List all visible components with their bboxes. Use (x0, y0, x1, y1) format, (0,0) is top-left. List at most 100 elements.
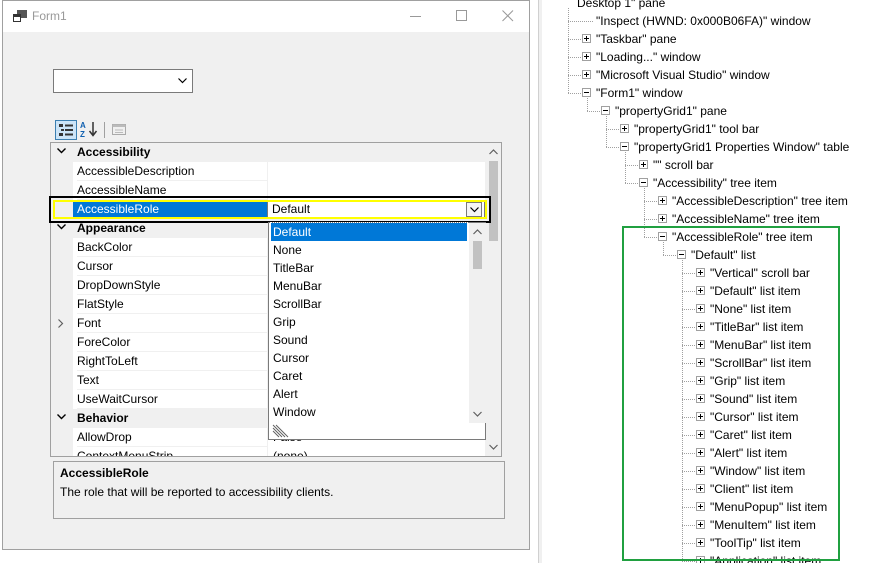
toolbar-separator (104, 122, 105, 138)
tree-node-label: "AccessibleDescription" tree item (672, 194, 848, 208)
property-name: DropDownStyle (77, 278, 161, 292)
tree-connector (644, 201, 657, 202)
maximize-icon (456, 10, 467, 21)
dropdown-item[interactable]: ScrollBar (271, 295, 467, 313)
tree-node-label: "Accessibility" tree item (653, 176, 777, 190)
resize-grip-icon[interactable] (271, 423, 291, 439)
property-name: Cursor (77, 259, 114, 273)
dropdown-item[interactable]: Default (270, 222, 468, 242)
focus-highlight-inner (53, 200, 487, 219)
tree-node-label: "Inspect (HWND: 0x000B06FA)" window (596, 14, 811, 28)
row-gutter (51, 257, 73, 276)
tree-connector (625, 165, 638, 166)
tree-connector (568, 57, 581, 58)
property-name: UseWaitCursor (77, 392, 158, 406)
dropdown-item[interactable]: Alert (271, 385, 467, 403)
collapse-icon[interactable] (639, 178, 648, 187)
property-name: AccessibleDescription (77, 164, 195, 178)
tree-connector (568, 39, 581, 40)
tree-connector (568, 21, 593, 22)
window-title: Form1 (32, 9, 67, 23)
dropdown-item[interactable]: Window (271, 403, 467, 421)
property-grid-toolbar: A Z (53, 118, 153, 142)
tree-connector (682, 561, 695, 562)
scroll-down-icon (489, 444, 498, 450)
row-gutter (51, 333, 73, 352)
row-gutter (51, 162, 73, 181)
row-gutter (51, 352, 73, 371)
dropdown-item[interactable]: MenuBar (271, 277, 467, 295)
expand-icon[interactable] (620, 124, 629, 133)
tree-connector (606, 147, 619, 148)
collapse-icon[interactable] (620, 142, 629, 151)
column-divider (267, 162, 268, 181)
close-button[interactable] (485, 1, 531, 32)
grid-vertical-scrollbar[interactable] (485, 143, 501, 456)
tree-node-label: "propertyGrid1 Properties Window" table (634, 140, 850, 154)
expand-icon[interactable] (582, 70, 591, 79)
category-label: Behavior (77, 411, 129, 425)
title-bar[interactable]: Form1 (3, 1, 529, 32)
row-gutter (51, 276, 73, 295)
chevron-down-icon[interactable] (57, 148, 66, 154)
collapse-icon[interactable] (601, 106, 610, 115)
expand-icon[interactable] (658, 196, 667, 205)
tree-guide (568, 8, 569, 93)
row-gutter (51, 447, 73, 456)
categorized-icon (59, 124, 73, 136)
property-pages-icon (112, 124, 126, 135)
row-gutter (51, 428, 73, 447)
property-name: AllowDrop (77, 430, 132, 444)
help-title: AccessibleRole (60, 466, 149, 480)
tree-node-label: "Form1" window (596, 86, 683, 100)
tree-node-label: "Taskbar" pane (596, 32, 677, 46)
alphabetical-button[interactable]: A Z (79, 120, 101, 140)
scroll-down-icon (473, 411, 482, 417)
dropdown-item[interactable]: None (271, 241, 467, 259)
expand-icon[interactable] (639, 160, 648, 169)
combo-box[interactable] (53, 69, 193, 93)
pane-splitter[interactable] (538, 0, 542, 563)
help-description: The role that will be reported to access… (60, 485, 334, 499)
property-name: RightToLeft (77, 354, 138, 368)
property-name: ForeColor (77, 335, 131, 349)
tree-guide (606, 116, 607, 147)
help-pane: AccessibleRole The role that will be rep… (53, 461, 505, 519)
scroll-up-icon (489, 149, 498, 155)
expand-icon[interactable] (658, 214, 667, 223)
maximize-button[interactable] (439, 1, 485, 32)
category-row-accessibility[interactable]: Accessibility (51, 143, 485, 162)
tree-highlight-box (622, 226, 840, 561)
dropdown-item[interactable]: Cursor (271, 349, 467, 367)
row-gutter (51, 371, 73, 390)
dropdown-item[interactable]: Grip (271, 313, 467, 331)
property-row[interactable]: ContextMenuStrip (none) (51, 447, 485, 456)
property-row[interactable]: AccessibleDescription (51, 162, 485, 181)
property-value[interactable]: (none) (273, 449, 308, 456)
collapse-icon[interactable] (582, 88, 591, 97)
svg-text:A: A (80, 121, 86, 130)
dropdown-item[interactable]: Caret (271, 367, 467, 385)
category-label: Accessibility (77, 145, 151, 159)
row-gutter (51, 238, 73, 257)
dropdown-vertical-scrollbar[interactable] (469, 223, 486, 423)
dropdown-item[interactable]: TitleBar (271, 259, 467, 277)
accessible-role-dropdown-list[interactable]: Default None TitleBar MenuBar ScrollBar Grip S… (268, 222, 486, 440)
alphabetical-sort-icon: A Z (80, 121, 98, 139)
property-pages-button[interactable] (109, 120, 131, 140)
expand-icon[interactable] (582, 34, 591, 43)
chevron-right-icon[interactable] (58, 319, 64, 328)
dropdown-scroll-thumb[interactable] (473, 241, 482, 269)
expand-icon[interactable] (582, 52, 591, 61)
tree-node-label: "Microsoft Visual Studio" window (596, 68, 770, 82)
tree-connector (568, 75, 581, 76)
minimize-icon (410, 16, 421, 17)
chevron-down-icon (178, 78, 187, 84)
tree-guide (625, 152, 626, 183)
scroll-up-icon (473, 229, 482, 235)
chevron-down-icon[interactable] (57, 414, 66, 420)
categorized-button[interactable] (55, 120, 77, 140)
chevron-down-icon[interactable] (57, 224, 66, 230)
dropdown-item[interactable]: Sound (271, 331, 467, 349)
minimize-button[interactable] (393, 1, 439, 32)
